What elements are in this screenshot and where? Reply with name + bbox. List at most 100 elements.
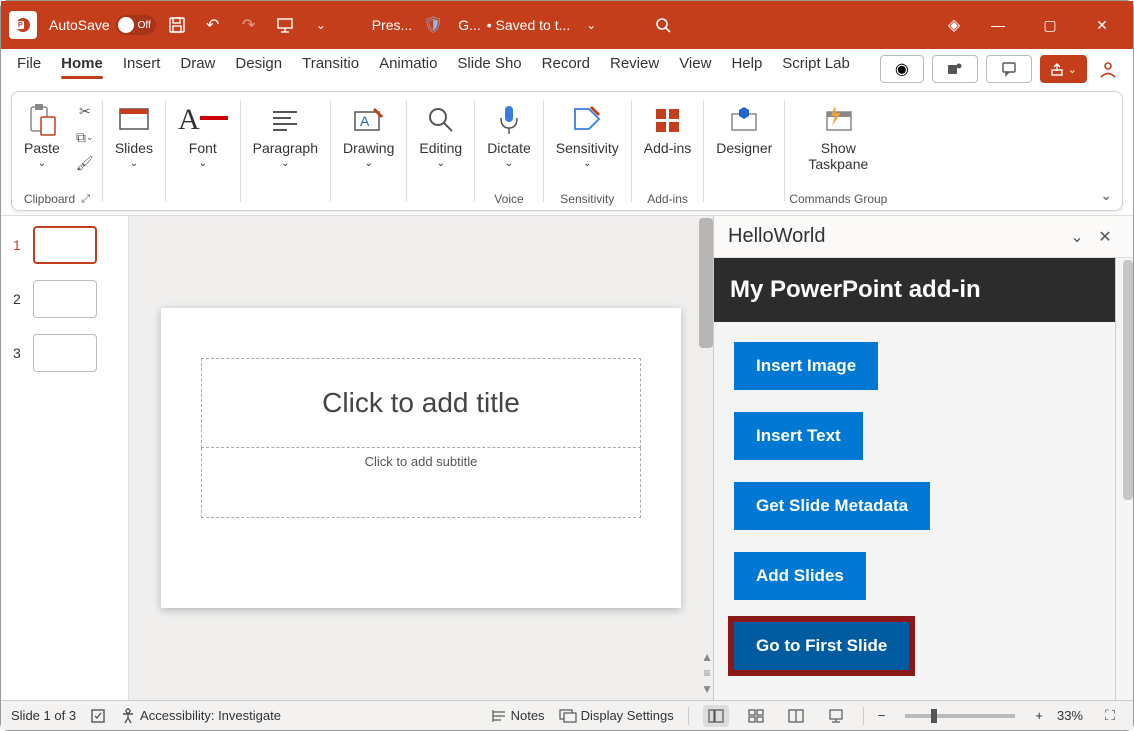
- show-taskpane-button[interactable]: Show Taskpane: [800, 98, 876, 176]
- dictate-button[interactable]: Dictate ⌄: [479, 98, 539, 173]
- slideshow-view-icon[interactable]: [823, 705, 849, 727]
- drawing-label: Drawing: [343, 140, 394, 156]
- normal-view-icon[interactable]: [703, 705, 729, 727]
- addin-go-to-first-slide-button[interactable]: Go to First Slide: [734, 622, 909, 670]
- addin-header: My PowerPoint add-in: [714, 258, 1115, 322]
- thumbnail-1[interactable]: 1: [1, 226, 128, 264]
- editor-scrollbar[interactable]: [699, 218, 713, 348]
- font-icon: A: [178, 102, 228, 138]
- tab-scriptlab[interactable]: Script Lab: [772, 47, 860, 87]
- spellcheck-icon[interactable]: [90, 708, 106, 724]
- account-icon[interactable]: [1095, 59, 1121, 79]
- tab-home[interactable]: Home: [51, 47, 113, 87]
- find-icon: [426, 102, 456, 138]
- collapse-ribbon-icon[interactable]: ⌄: [1100, 187, 1112, 204]
- redo-icon[interactable]: ↷: [234, 10, 264, 40]
- subtitle-placeholder[interactable]: Click to add subtitle: [201, 448, 641, 518]
- share-button[interactable]: ⌄: [1040, 55, 1087, 83]
- clipboard-icon: [27, 102, 57, 138]
- tab-file[interactable]: File: [7, 47, 51, 87]
- group-addins: Add-ins Add-ins: [632, 92, 703, 210]
- slide-counter[interactable]: Slide 1 of 3: [11, 708, 76, 723]
- tab-review[interactable]: Review: [600, 47, 669, 87]
- shield-icon: 🛡: [418, 10, 448, 40]
- slides-button[interactable]: Slides ⌄: [107, 98, 161, 173]
- zoom-in-button[interactable]: +: [1035, 708, 1043, 723]
- group-editing: Editing ⌄: [407, 92, 474, 210]
- taskpane-body: My PowerPoint add-in Insert Image Insert …: [714, 258, 1115, 700]
- group-slides: Slides ⌄: [103, 92, 165, 210]
- paste-button[interactable]: Paste ⌄: [16, 98, 68, 173]
- addin-add-slides-button[interactable]: Add Slides: [734, 552, 866, 600]
- tab-help[interactable]: Help: [721, 47, 772, 87]
- accessibility-button[interactable]: Accessibility: Investigate: [120, 708, 281, 724]
- close-button[interactable]: ✕: [1079, 1, 1125, 49]
- save-icon[interactable]: [162, 10, 192, 40]
- toggle-state: Off: [138, 20, 151, 31]
- paste-label: Paste: [24, 140, 60, 156]
- tab-slidesho[interactable]: Slide Sho: [447, 47, 531, 87]
- saved-dropdown-icon[interactable]: ⌄: [576, 10, 606, 40]
- autosave-toggle[interactable]: AutoSave Off: [49, 15, 156, 35]
- slide-canvas[interactable]: Click to add title Click to add subtitle: [161, 308, 681, 608]
- sensitivity-group-label: Sensitivity: [560, 190, 614, 208]
- toggle-switch[interactable]: Off: [116, 15, 156, 35]
- sorter-view-icon[interactable]: [743, 705, 769, 727]
- minimize-button[interactable]: —: [975, 1, 1021, 49]
- tab-transitio[interactable]: Transitio: [292, 47, 369, 87]
- designer-button[interactable]: Designer: [708, 98, 780, 160]
- font-button[interactable]: A Font ⌄: [170, 98, 236, 173]
- maximize-button[interactable]: ▢: [1027, 1, 1073, 49]
- thumbnail-2[interactable]: 2: [1, 280, 128, 318]
- taskpane-header: HelloWorld ⌄ ✕: [714, 216, 1133, 258]
- zoom-out-button[interactable]: −: [878, 708, 886, 723]
- taskpane-scrollbar[interactable]: [1123, 260, 1133, 500]
- thumbnail-3[interactable]: 3: [1, 334, 128, 372]
- dialog-launcher-icon[interactable]: ⤢: [81, 193, 90, 206]
- saved-location[interactable]: • Saved to t...: [487, 17, 571, 33]
- accessibility-label: Accessibility: Investigate: [140, 708, 281, 723]
- tab-record[interactable]: Record: [532, 47, 600, 87]
- search-icon[interactable]: [648, 10, 678, 40]
- tab-view[interactable]: View: [669, 47, 721, 87]
- undo-icon[interactable]: ↶: [198, 10, 228, 40]
- present-icon[interactable]: [270, 10, 300, 40]
- teams-button[interactable]: [932, 55, 978, 83]
- addin-get-slide-metadata-button[interactable]: Get Slide Metadata: [734, 482, 930, 530]
- display-settings-button[interactable]: Display Settings: [559, 708, 674, 723]
- addin-insert-image-button[interactable]: Insert Image: [734, 342, 878, 390]
- group-font: A Font ⌄: [166, 92, 240, 210]
- zoom-slider[interactable]: [905, 714, 1015, 718]
- dictate-label: Dictate: [487, 140, 531, 156]
- fit-to-window-icon[interactable]: ⛶: [1097, 705, 1123, 727]
- notes-button[interactable]: Notes: [491, 708, 545, 723]
- addin-insert-text-button[interactable]: Insert Text: [734, 412, 863, 460]
- zoom-percent[interactable]: 33%: [1057, 708, 1083, 723]
- slide-editor: Click to add title Click to add subtitle…: [129, 216, 713, 700]
- record-button[interactable]: ◉: [880, 55, 924, 83]
- cut-icon[interactable]: ✂: [72, 100, 98, 122]
- display-settings-label: Display Settings: [581, 708, 674, 723]
- notes-label: Notes: [511, 708, 545, 723]
- taskpane-menu-icon[interactable]: ⌄: [1063, 223, 1091, 251]
- paragraph-button[interactable]: Paragraph ⌄: [245, 98, 326, 173]
- tab-animatio[interactable]: Animatio: [369, 47, 447, 87]
- document-name[interactable]: Pres...: [372, 17, 412, 33]
- tab-insert[interactable]: Insert: [113, 47, 171, 87]
- tab-design[interactable]: Design: [225, 47, 292, 87]
- slide-nav-arrows[interactable]: ▲≡▼: [701, 650, 713, 696]
- diamond-icon[interactable]: ◈: [939, 10, 969, 40]
- title-placeholder[interactable]: Click to add title: [201, 358, 641, 448]
- comments-button[interactable]: [986, 55, 1032, 83]
- main-area: 1 2 3 Click to add title Click to add subt…: [1, 215, 1133, 700]
- sensitivity-button[interactable]: Sensitivity ⌄: [548, 98, 627, 173]
- qat-dropdown-icon[interactable]: ⌄: [306, 10, 336, 40]
- format-painter-icon[interactable]: 🖌: [72, 152, 98, 174]
- taskpane-close-icon[interactable]: ✕: [1091, 223, 1119, 251]
- tab-draw[interactable]: Draw: [170, 47, 225, 87]
- addins-button[interactable]: Add-ins: [636, 98, 699, 160]
- drawing-button[interactable]: A Drawing ⌄: [335, 98, 402, 173]
- copy-icon[interactable]: ⧉⌄: [72, 126, 98, 148]
- reading-view-icon[interactable]: [783, 705, 809, 727]
- editing-button[interactable]: Editing ⌄: [411, 98, 470, 173]
